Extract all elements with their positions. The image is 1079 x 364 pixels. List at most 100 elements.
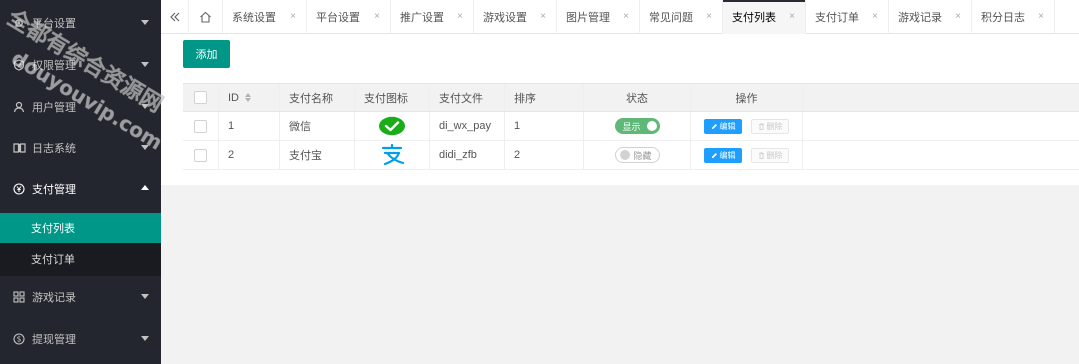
tab-platform-settings[interactable]: 平台设置 × [307, 0, 391, 34]
header-actions: 操作 [691, 84, 803, 111]
sidebar-item-label: 平台设置 [32, 17, 76, 30]
tab-bar: 系统设置 × 平台设置 × 推广设置 × 游戏设置 × 图片管理 × 常见问题 … [161, 0, 1079, 34]
close-icon[interactable]: × [872, 11, 878, 22]
header-label: 支付名称 [289, 92, 333, 105]
tab-system-settings[interactable]: 系统设置 × [223, 0, 307, 34]
chevron-down-icon [141, 294, 149, 299]
header-file: 支付文件 [430, 84, 505, 111]
tab-label: 推广设置 [400, 12, 444, 24]
close-icon[interactable]: × [1038, 11, 1044, 22]
header-label: 支付文件 [439, 92, 483, 105]
cell-name: 微信 [280, 112, 355, 140]
chevron-down-icon [141, 20, 149, 25]
tab-label: 支付订单 [815, 12, 859, 24]
close-icon[interactable]: × [374, 11, 380, 22]
close-icon[interactable]: × [457, 11, 463, 22]
user-icon [12, 100, 26, 114]
delete-label: 删除 [766, 121, 783, 131]
header-label: 操作 [735, 92, 758, 105]
sidebar-subitem-payment-orders[interactable]: 支付订单 [0, 244, 161, 274]
payment-submenu: 支付列表 支付订单 [0, 213, 161, 276]
tab-label: 游戏设置 [483, 12, 527, 24]
header-id[interactable]: ID [219, 84, 280, 111]
status-toggle[interactable]: 隐藏 [614, 147, 660, 163]
row-checkbox[interactable] [194, 148, 207, 162]
header-label: 排序 [514, 92, 536, 105]
cell-icon [355, 112, 430, 140]
row-select-cell [183, 141, 219, 169]
toggle-knob [619, 150, 630, 160]
header-id-label: ID [228, 91, 239, 104]
yen-icon [12, 182, 26, 196]
sidebar: 平台设置 权限管理 用户管理 日志系统 支付管理 支付列表 支付订单 游戏记录 … [0, 0, 161, 364]
table-row: 1 微信 di_wx_pay 1 显示 编辑 删除 [183, 112, 1079, 141]
home-tab[interactable] [189, 0, 223, 34]
home-icon [200, 11, 211, 23]
cell-id: 2 [219, 141, 280, 169]
cell-sort: 2 [505, 141, 584, 169]
tab-label: 支付列表 [732, 12, 776, 24]
tab-label: 常见问题 [649, 12, 693, 24]
close-icon[interactable]: × [540, 11, 546, 22]
row-checkbox[interactable] [194, 119, 207, 133]
add-button[interactable]: 添加 [183, 40, 230, 68]
sidebar-item-permissions[interactable]: 权限管理 [0, 44, 161, 85]
wechat-icon [378, 116, 406, 136]
grid-icon [12, 290, 26, 304]
tab-promotion-settings[interactable]: 推广设置 × [391, 0, 474, 34]
close-icon[interactable]: × [706, 11, 712, 22]
sidebar-item-game-records[interactable]: 游戏记录 [0, 276, 161, 317]
collapse-tabs-button[interactable] [161, 0, 189, 34]
header-icon: 支付图标 [355, 84, 430, 111]
tab-payment-list[interactable]: 支付列表 × [723, 0, 806, 34]
tab-label: 图片管理 [566, 12, 610, 24]
sidebar-item-label: 提现管理 [32, 333, 76, 346]
tab-image-management[interactable]: 图片管理 × [557, 0, 640, 34]
select-all-checkbox[interactable] [194, 91, 207, 104]
header-label: 支付图标 [364, 92, 408, 105]
chevron-down-icon [141, 104, 149, 109]
cell-file: didi_zfb [430, 141, 505, 169]
cell-sort: 1 [505, 112, 584, 140]
sort-icon[interactable] [245, 93, 251, 102]
sidebar-item-logs[interactable]: 日志系统 [0, 127, 161, 168]
delete-button[interactable]: 删除 [751, 118, 789, 134]
delete-button[interactable]: 删除 [751, 147, 789, 163]
close-icon[interactable]: × [955, 11, 961, 22]
sidebar-subitem-payment-list[interactable]: 支付列表 [0, 213, 161, 243]
tab-label: 平台设置 [316, 12, 360, 24]
close-icon[interactable]: × [789, 11, 795, 22]
tab-label: 游戏记录 [898, 12, 942, 24]
close-icon[interactable]: × [623, 11, 629, 22]
sidebar-item-payment[interactable]: 支付管理 [0, 168, 161, 209]
header-status: 状态 [584, 84, 691, 111]
cell-actions: 编辑 删除 [691, 112, 803, 140]
edit-label: 编辑 [719, 150, 736, 160]
tab-points-log[interactable]: 积分日志 × [972, 0, 1055, 34]
close-icon[interactable]: × [290, 11, 296, 22]
sidebar-item-platform-settings[interactable]: 平台设置 [0, 2, 161, 43]
sidebar-subitem-label: 支付列表 [31, 223, 75, 235]
tab-game-records[interactable]: 游戏记录 × [889, 0, 972, 34]
edit-button[interactable]: 编辑 [704, 147, 742, 163]
status-toggle-label: 隐藏 [633, 150, 652, 161]
sidebar-item-label: 游戏记录 [32, 291, 76, 304]
sidebar-item-withdrawals[interactable]: $ 提现管理 [0, 318, 161, 359]
tab-game-settings[interactable]: 游戏设置 × [474, 0, 557, 34]
status-toggle[interactable]: 显示 [614, 118, 660, 134]
edit-button[interactable]: 编辑 [704, 118, 742, 134]
delete-label: 删除 [766, 150, 783, 160]
sidebar-item-label: 支付管理 [32, 183, 76, 196]
row-select-cell [183, 112, 219, 140]
tab-faq[interactable]: 常见问题 × [640, 0, 723, 34]
tab-payment-orders[interactable]: 支付订单 × [806, 0, 889, 34]
trash-icon [758, 122, 764, 130]
sidebar-item-label: 日志系统 [32, 142, 76, 155]
pencil-icon [711, 152, 717, 158]
table-header: ID 支付名称 支付图标 支付文件 排序 状态 操作 [183, 83, 1079, 112]
toggle-knob [646, 121, 657, 131]
cell-id: 1 [219, 112, 280, 140]
sidebar-item-users[interactable]: 用户管理 [0, 86, 161, 127]
alipay-icon [378, 144, 406, 166]
sidebar-subitem-label: 支付订单 [31, 254, 75, 266]
